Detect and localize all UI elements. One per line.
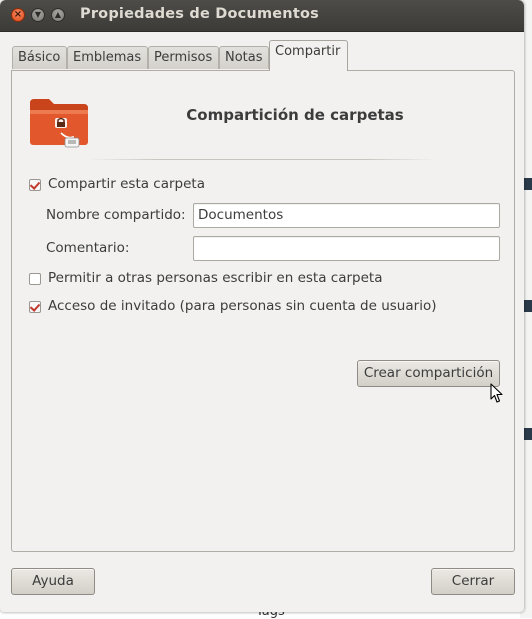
separator [88, 159, 436, 160]
tab-permisos[interactable]: Permisos [148, 46, 219, 69]
section-heading: Compartición de carpetas [186, 106, 404, 124]
create-share-button[interactable]: Crear compartición [357, 360, 500, 387]
tab-emblemas[interactable]: Emblemas [67, 46, 148, 69]
window-title: Propiedades de Documentos [80, 6, 319, 22]
allow-write-checkbox[interactable] [29, 273, 41, 285]
tab-compartir[interactable]: Compartir [269, 40, 348, 71]
guest-access-checkbox[interactable] [29, 301, 41, 313]
share-folder-label[interactable]: Compartir esta carpeta [48, 176, 205, 192]
close-window-button[interactable]: × [11, 8, 25, 22]
tab-basico[interactable]: Básico [12, 46, 67, 69]
close-button[interactable]: Cerrar [431, 568, 515, 595]
allow-write-label[interactable]: Permitir a otras personas escribir en es… [48, 270, 382, 286]
comment-input[interactable] [193, 236, 500, 261]
maximize-window-button[interactable]: ▲ [51, 8, 65, 22]
title-bar[interactable]: × ▼ ▲ Propiedades de Documentos [0, 0, 524, 32]
chevron-up-icon: ▲ [54, 10, 62, 19]
background-fragment [524, 178, 532, 190]
comment-label: Comentario: [46, 240, 130, 256]
minimize-window-button[interactable]: ▼ [31, 8, 45, 22]
share-name-input[interactable]: Documentos [193, 203, 500, 228]
share-name-label: Nombre compartido: [46, 207, 186, 223]
guest-access-label[interactable]: Acceso de invitado (para personas sin cu… [48, 298, 436, 314]
properties-dialog: × ▼ ▲ Propiedades de Documentos Básico E… [0, 0, 524, 612]
chevron-down-icon: ▼ [34, 10, 42, 19]
folder-share-icon [30, 99, 88, 148]
background-fragment [524, 300, 532, 312]
mouse-pointer-icon [490, 383, 503, 403]
tab-notas[interactable]: Notas [219, 46, 269, 69]
share-folder-checkbox[interactable] [29, 179, 41, 191]
background-fragment [524, 428, 532, 440]
close-icon: × [13, 9, 23, 20]
help-button[interactable]: Ayuda [11, 568, 95, 595]
